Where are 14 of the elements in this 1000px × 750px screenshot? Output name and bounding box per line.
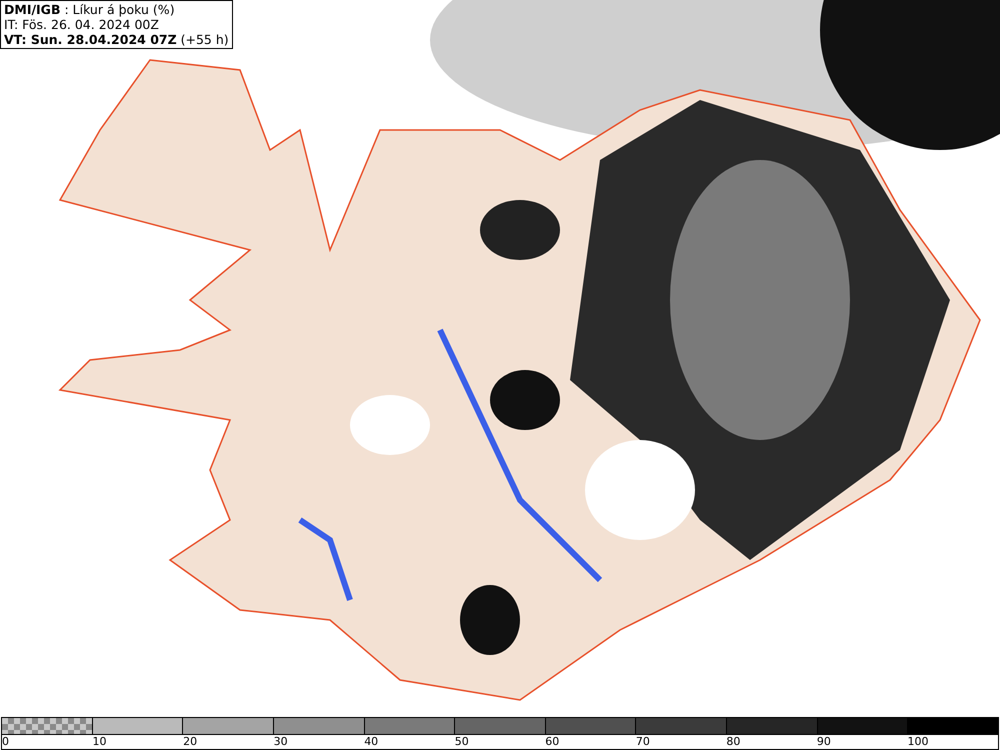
scale-label: 30 [274,735,288,749]
scale-label: 70 [636,735,650,749]
info-line: DMI/IGB : Líkur á þoku (%) [4,2,176,17]
scale-label: 60 [545,735,560,749]
scale-label: 50 [454,735,469,749]
scale-label: 0 [2,735,9,749]
info-line: VT: Sun. 28.04.2024 07Z (+55 h) [4,32,229,47]
scale-label: 80 [726,735,740,749]
scale-label: 10 [92,735,107,749]
scale-label: 100 [907,735,928,749]
scale-label: 20 [183,735,198,749]
scale-label: 90 [816,735,831,749]
scale-label: 40 [364,735,378,749]
info-line: IT: Fös. 26. 04. 2024 00Z [4,17,160,32]
